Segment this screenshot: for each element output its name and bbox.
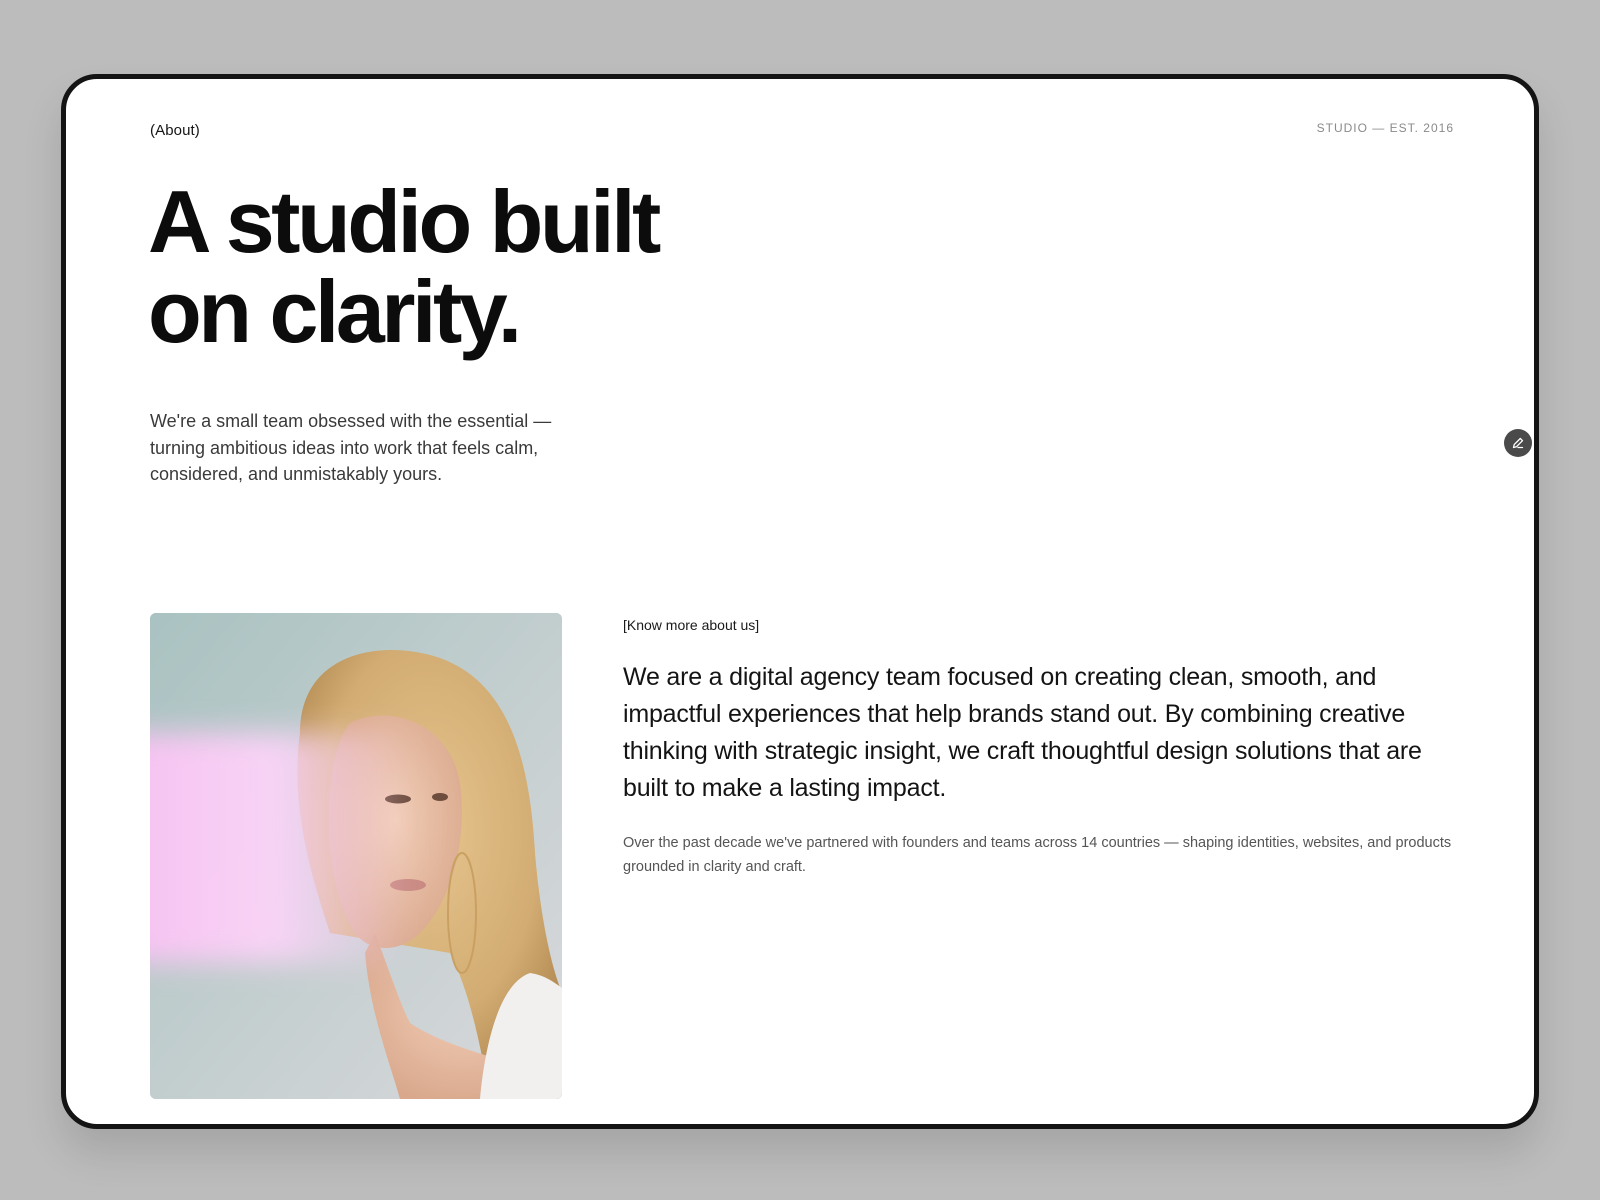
pencil-icon — [1512, 437, 1524, 449]
page-title: A studio built on clarity. — [148, 177, 828, 357]
edit-button[interactable] — [1504, 429, 1532, 457]
page-title-line-2: on clarity. — [148, 262, 522, 361]
browser-frame: (About) STUDIO — EST. 2016 A studio buil… — [61, 74, 1539, 1129]
team-portrait-image — [150, 613, 562, 1099]
know-more-link[interactable]: [Know more about us] — [623, 617, 759, 633]
section-label: (About) — [150, 122, 200, 139]
page-title-line-1: A studio built — [148, 172, 661, 271]
studio-tag: STUDIO — EST. 2016 — [1316, 121, 1454, 135]
lead-paragraph: We are a digital agency team focused on … — [623, 663, 1422, 802]
body-paragraph: Over the past decade we've partnered wit… — [623, 835, 1452, 875]
intro-text: We're a small team obsessed with the ess… — [150, 411, 552, 484]
